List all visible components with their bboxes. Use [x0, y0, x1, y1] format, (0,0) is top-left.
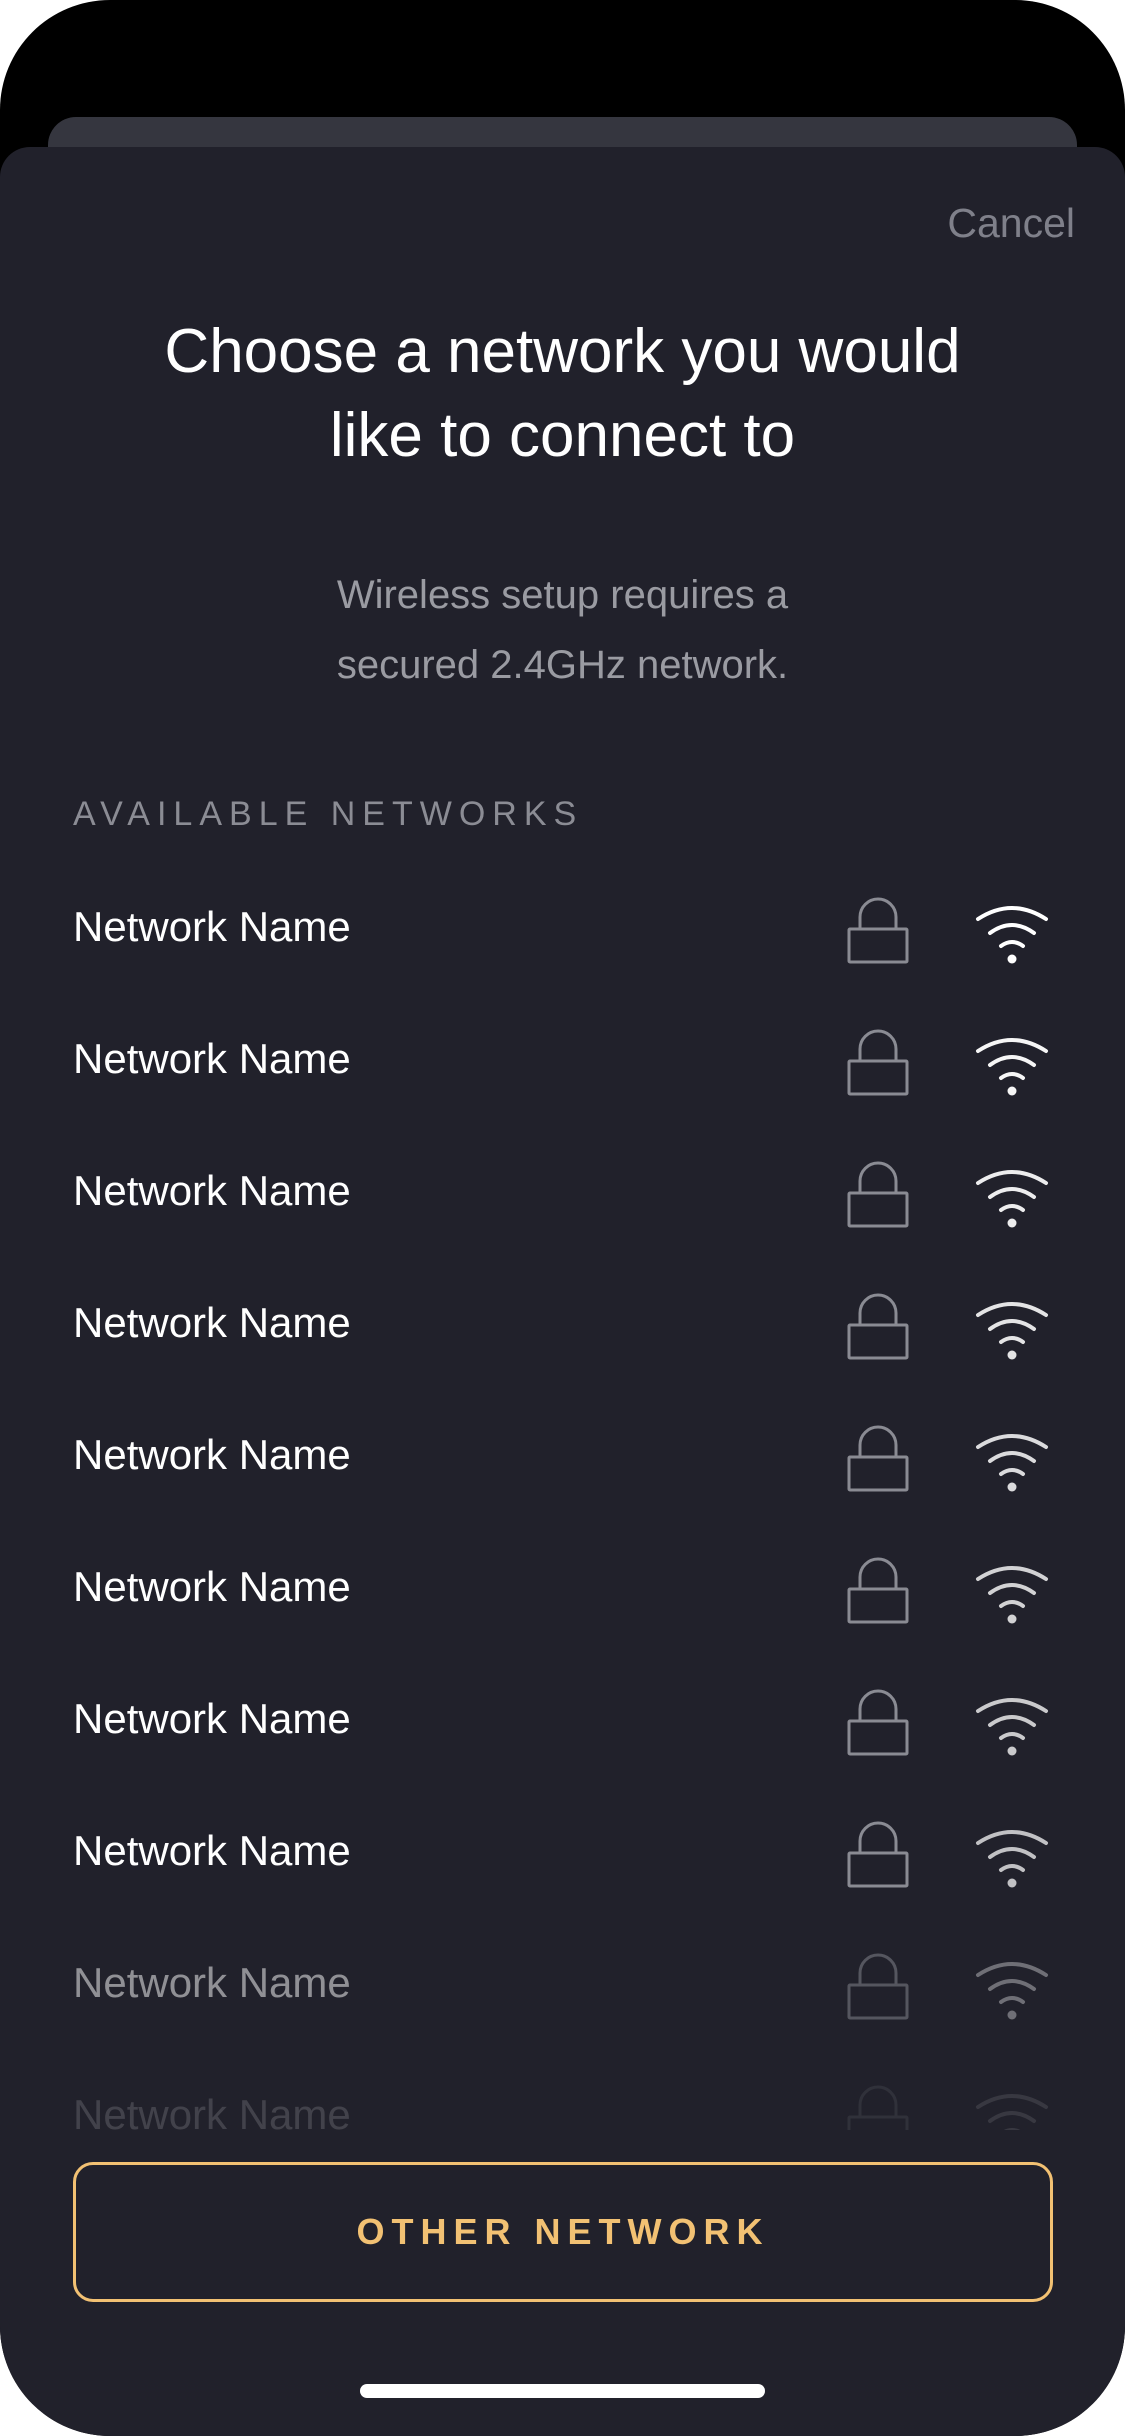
network-name: Network Name	[73, 1431, 351, 1478]
wifi-icon	[976, 1698, 1048, 1756]
lock-icon	[847, 2085, 909, 2130]
wifi-icon	[976, 1170, 1048, 1228]
subtitle-line-1: Wireless setup requires a	[336, 573, 789, 617]
lock-icon	[847, 1425, 909, 1492]
network-row[interactable]: Network Name	[0, 1655, 1125, 1787]
wifi-icon	[976, 1830, 1048, 1888]
network-list[interactable]: Network Name Network Name Network Name Netw…	[0, 863, 1125, 2130]
network-name: Network Name	[73, 1695, 351, 1742]
wifi-icon	[976, 2094, 1048, 2130]
wifi-icon	[976, 1566, 1048, 1624]
network-row[interactable]: Network Name	[0, 1787, 1125, 1919]
network-row[interactable]: Network Name	[0, 1919, 1125, 2051]
title-line-1: Choose a network you would	[164, 317, 961, 386]
lock-icon	[847, 1821, 909, 1888]
network-row[interactable]: Network Name	[0, 1259, 1125, 1391]
section-header: AVAILABLE NETWORKS	[73, 795, 584, 833]
network-row[interactable]: Network Name	[0, 1391, 1125, 1523]
cancel-button[interactable]: Cancel	[947, 200, 1075, 247]
lock-icon	[847, 1161, 909, 1228]
page-subtitle: Wireless setup requires a secured 2.4GHz…	[0, 560, 1125, 700]
title-line-2: like to connect to	[329, 401, 796, 470]
network-row[interactable]: Network Name	[0, 995, 1125, 1127]
network-row[interactable]: Network Name	[0, 863, 1125, 995]
lock-icon	[847, 1293, 909, 1360]
lock-icon	[847, 1953, 909, 2020]
network-name: Network Name	[73, 1563, 351, 1610]
network-name: Network Name	[73, 1035, 351, 1082]
network-name: Network Name	[73, 1299, 351, 1346]
network-row[interactable]: Network Name	[0, 1127, 1125, 1259]
wifi-icon	[976, 1038, 1048, 1096]
network-name: Network Name	[73, 1167, 351, 1214]
lock-icon	[847, 897, 909, 964]
network-row[interactable]: Network Name	[0, 2051, 1125, 2130]
wifi-icon	[976, 906, 1048, 964]
phone-screen: Cancel Choose a network you would like t…	[0, 0, 1125, 2436]
wifi-icon	[976, 1962, 1048, 2020]
lock-icon	[847, 1557, 909, 1624]
wifi-icon	[976, 1434, 1048, 1492]
network-name: Network Name	[73, 2091, 351, 2130]
network-name: Network Name	[73, 1827, 351, 1874]
network-row[interactable]: Network Name	[0, 1523, 1125, 1655]
other-network-button[interactable]: OTHER NETWORK	[73, 2162, 1053, 2302]
network-name: Network Name	[73, 1959, 351, 2006]
lock-icon	[847, 1029, 909, 1096]
network-name: Network Name	[73, 903, 351, 950]
home-indicator[interactable]	[360, 2384, 765, 2398]
lock-icon	[847, 1689, 909, 1756]
page-title: Choose a network you would like to conne…	[0, 310, 1125, 478]
wifi-icon	[976, 1302, 1048, 1360]
subtitle-line-2: secured 2.4GHz network.	[336, 643, 789, 687]
